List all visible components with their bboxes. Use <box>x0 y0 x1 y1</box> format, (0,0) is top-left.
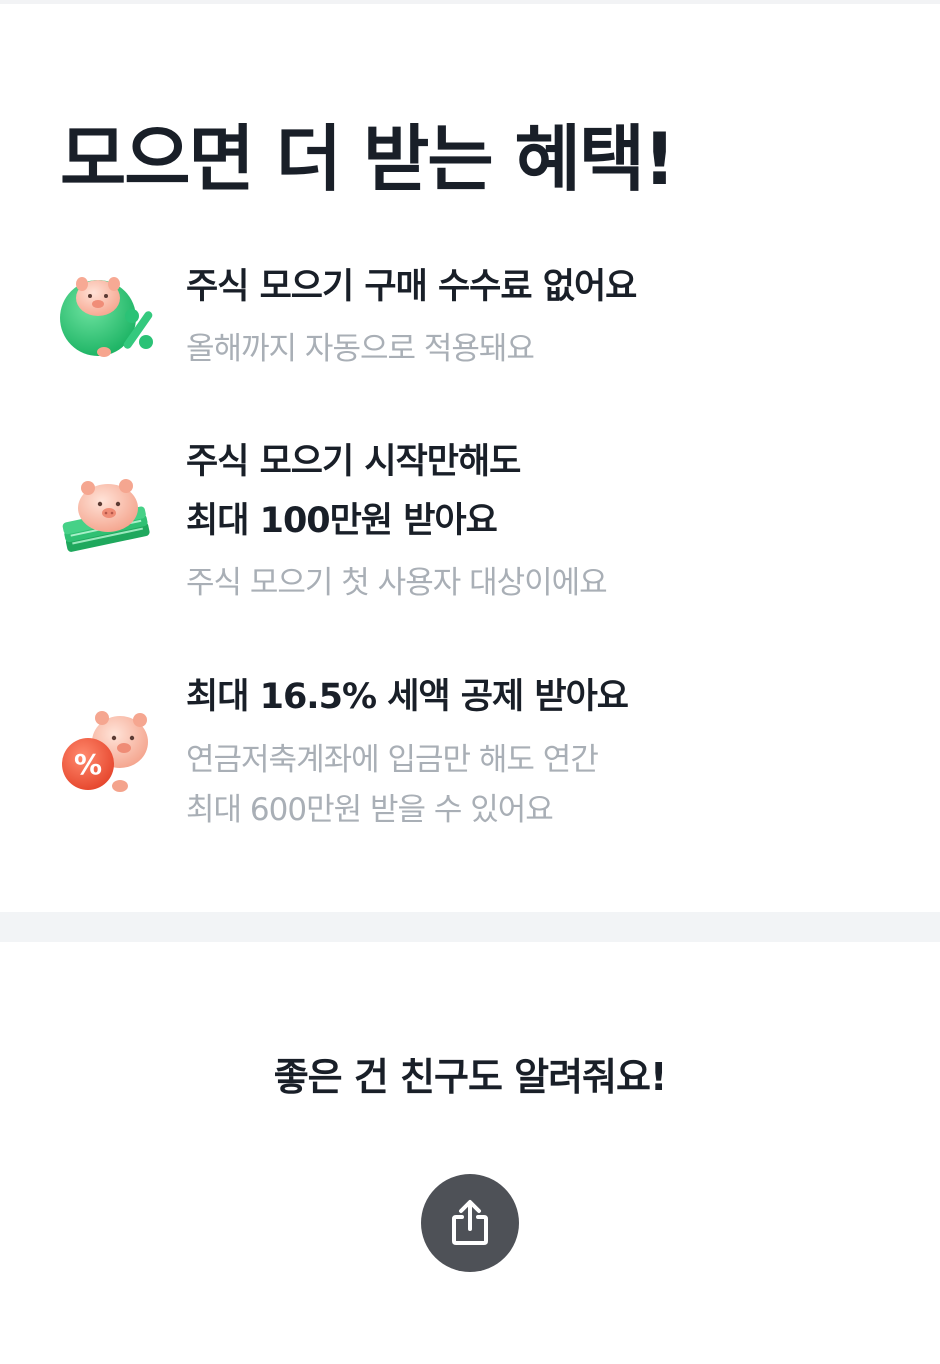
section-divider <box>0 912 940 942</box>
benefit-title-line-1: 주식 모으기 시작만해도 <box>186 442 521 482</box>
svg-text:%: % <box>74 748 102 781</box>
share-icon <box>444 1197 496 1249</box>
benefit-title-line-2: 최대 100만원 받아요 <box>186 501 498 541</box>
benefit-description-line-2: 최대 600만원 받을 수 있어요 <box>186 792 554 828</box>
piggy-cash-stack-icon <box>58 468 158 568</box>
benefit-description: 주식 모으기 첫 사용자 대상이에요 <box>186 565 608 601</box>
benefit-title: 주식 모으기 구매 수수료 없어요 <box>186 267 637 307</box>
share-heading: 좋은 건 친구도 알려줘요! <box>273 1055 668 1099</box>
top-divider <box>0 0 940 4</box>
share-button[interactable] <box>421 1174 519 1272</box>
piggy-percent-red-icon: % <box>58 704 158 804</box>
benefit-description-line-1: 연금저축계좌에 입금만 해도 연간 <box>186 742 599 778</box>
page-title: 모으면 더 받는 혜택! <box>60 117 676 201</box>
piggy-percent-green-icon <box>58 266 158 366</box>
benefit-title: 최대 16.5% 세액 공제 받아요 <box>186 677 629 717</box>
benefit-description: 올해까지 자동으로 적용돼요 <box>186 331 535 367</box>
